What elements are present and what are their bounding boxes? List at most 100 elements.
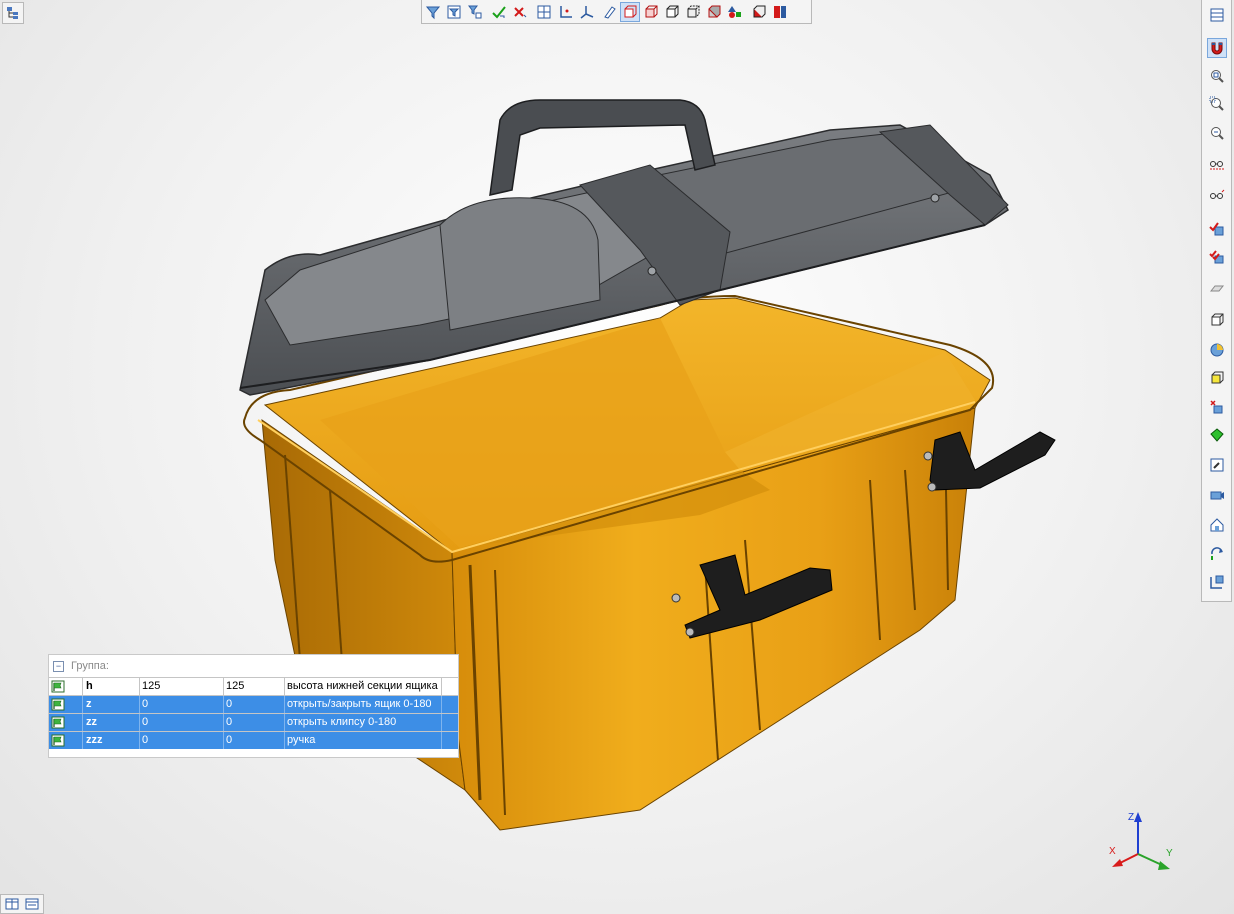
flag-icon bbox=[51, 716, 65, 729]
sketch-icon bbox=[604, 6, 616, 19]
cube-edges-button[interactable] bbox=[1208, 311, 1226, 329]
shapes-button[interactable] bbox=[726, 3, 744, 21]
parameter-row[interactable]: zzz 0 0 ручка bbox=[49, 731, 458, 749]
home-button[interactable] bbox=[1208, 516, 1226, 534]
parameter-comment[interactable]: открыть клипсу 0-180 bbox=[287, 714, 441, 731]
parameter-name[interactable]: zz bbox=[86, 714, 138, 731]
box-wire-button[interactable] bbox=[620, 2, 640, 22]
parameter-expression[interactable]: 0 bbox=[226, 732, 282, 749]
cube-yellow-button[interactable] bbox=[1208, 369, 1226, 387]
axis-3d-icon bbox=[580, 6, 594, 19]
box-shaded-button[interactable] bbox=[705, 3, 723, 21]
filter-icon bbox=[425, 6, 441, 20]
shapes-icon bbox=[728, 6, 741, 18]
flag-icon bbox=[51, 698, 65, 711]
filter-button[interactable] bbox=[424, 3, 442, 21]
box-red-icon bbox=[645, 5, 658, 18]
parameter-expression[interactable]: 125 bbox=[226, 678, 282, 695]
view-toolbar bbox=[421, 0, 812, 24]
filter-tree-icon bbox=[468, 5, 482, 19]
filter-list-button[interactable] bbox=[445, 3, 463, 21]
cube-red-button[interactable] bbox=[750, 3, 768, 21]
model-tree-toggle-button[interactable] bbox=[2, 2, 24, 24]
sketch-button[interactable] bbox=[601, 3, 619, 21]
box-red-button[interactable] bbox=[642, 3, 660, 21]
flag-icon bbox=[51, 680, 65, 693]
parameter-row[interactable]: z 0 0 открыть/закрыть ящик 0-180 bbox=[49, 695, 458, 713]
window-button[interactable] bbox=[1208, 6, 1226, 24]
filter-list-icon bbox=[447, 5, 461, 19]
coords-button[interactable] bbox=[771, 3, 789, 21]
parameter-value[interactable]: 0 bbox=[142, 696, 220, 713]
side-handle-right[interactable] bbox=[923, 431, 1056, 492]
parameter-value[interactable]: 0 bbox=[142, 732, 220, 749]
parameter-expression[interactable]: 0 bbox=[226, 714, 282, 731]
plane-icon bbox=[1209, 285, 1225, 292]
wrench-icon bbox=[1210, 458, 1224, 472]
axis-z-label: Z bbox=[1128, 812, 1134, 823]
axis-x-label: X bbox=[1109, 846, 1116, 857]
filter-tree-button[interactable] bbox=[466, 3, 484, 21]
check-select-icon bbox=[492, 6, 506, 19]
save-view-button[interactable] bbox=[1208, 573, 1226, 591]
parameter-name[interactable]: h bbox=[86, 678, 138, 695]
parameters-group-header[interactable]: − Группа: bbox=[49, 655, 458, 677]
box-hidden-icon bbox=[687, 5, 700, 18]
parameter-comment[interactable]: открыть/закрыть ящик 0-180 bbox=[287, 696, 441, 713]
window-icon bbox=[1210, 8, 1224, 22]
collapse-icon[interactable]: − bbox=[53, 660, 64, 672]
tree-icon bbox=[7, 7, 18, 19]
parameter-value[interactable]: 125 bbox=[142, 678, 220, 695]
parameter-name[interactable]: z bbox=[86, 696, 138, 713]
rotate-icon bbox=[1211, 547, 1223, 560]
parameter-row[interactable]: h 125 125 высота нижней секции ящика bbox=[49, 677, 458, 695]
zoom-out-button[interactable] bbox=[1208, 124, 1226, 142]
sphere-icon bbox=[1210, 343, 1224, 357]
layout-split-button[interactable] bbox=[3, 895, 21, 913]
cube-cross-icon bbox=[1210, 400, 1223, 414]
box-solid-button[interactable] bbox=[663, 3, 681, 21]
zoom-fit-button[interactable] bbox=[1208, 67, 1226, 85]
flag-icon bbox=[51, 734, 65, 747]
check-multi-cube-button[interactable] bbox=[1208, 248, 1226, 266]
cross-select-button[interactable] bbox=[511, 3, 529, 21]
model-viewport[interactable] bbox=[0, 0, 1234, 914]
sphere-button[interactable] bbox=[1208, 341, 1226, 359]
box-hidden-button[interactable] bbox=[684, 3, 702, 21]
wrench-button[interactable] bbox=[1208, 456, 1226, 474]
save-view-icon bbox=[1210, 575, 1224, 589]
parameters-table[interactable]: − Группа: h 125 125 высота нижней секции ящ… bbox=[48, 654, 459, 758]
axis-3d-button[interactable] bbox=[578, 3, 596, 21]
zoom-window-button[interactable] bbox=[1208, 95, 1226, 113]
check-cube-button[interactable] bbox=[1208, 220, 1226, 238]
rotate-button[interactable] bbox=[1208, 545, 1226, 563]
cube-green-button[interactable] bbox=[1208, 426, 1226, 444]
glasses-line-icon bbox=[1210, 189, 1225, 199]
layout-tabs-button[interactable] bbox=[23, 895, 41, 913]
magnet-button[interactable] bbox=[1207, 38, 1227, 58]
cube-edges-icon bbox=[1211, 313, 1224, 326]
axis-2d-button[interactable] bbox=[557, 3, 575, 21]
zoom-out-icon bbox=[1211, 127, 1224, 140]
parameter-value[interactable]: 0 bbox=[142, 714, 220, 731]
check-select-button[interactable] bbox=[490, 3, 508, 21]
layout-icon bbox=[537, 5, 551, 19]
side-toolbar bbox=[1201, 0, 1232, 602]
parameter-comment[interactable]: ручка bbox=[287, 732, 441, 749]
parameter-row[interactable]: zz 0 0 открыть клипсу 0-180 bbox=[49, 713, 458, 731]
glasses-icon bbox=[1210, 161, 1224, 170]
magnet-icon bbox=[1211, 42, 1223, 55]
layout-button[interactable] bbox=[535, 3, 553, 21]
glasses-button[interactable] bbox=[1208, 154, 1226, 172]
cube-yellow-icon bbox=[1211, 371, 1224, 384]
group-label: Группа: bbox=[71, 660, 109, 672]
parameter-name[interactable]: zzz bbox=[86, 732, 138, 749]
camera-icon bbox=[1210, 491, 1224, 500]
parameter-comment[interactable]: высота нижней секции ящика bbox=[287, 678, 441, 695]
cube-cross-button[interactable] bbox=[1208, 398, 1226, 416]
plane-button[interactable] bbox=[1208, 279, 1226, 297]
cross-select-icon bbox=[514, 7, 527, 18]
camera-button[interactable] bbox=[1208, 486, 1226, 504]
glasses-line-button[interactable] bbox=[1208, 187, 1226, 205]
parameter-expression[interactable]: 0 bbox=[226, 696, 282, 713]
